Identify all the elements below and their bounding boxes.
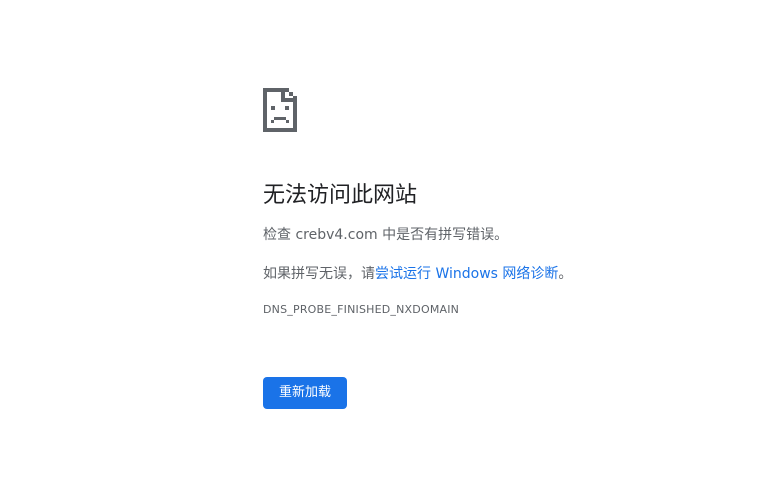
domain-name: crebv4.com — [295, 227, 378, 243]
reload-button[interactable]: 重新加载 — [263, 377, 347, 409]
hint-suffix: 。 — [558, 266, 573, 282]
diagnostics-hint: 如果拼写无误，请尝试运行 Windows 网络诊断。 — [263, 264, 743, 284]
error-page: 无法访问此网站 检查 crebv4.com 中是否有拼写错误。 如果拼写无误，请… — [0, 0, 771, 489]
network-diagnostics-link[interactable]: 尝试运行 Windows 网络诊断 — [375, 266, 558, 282]
check-suffix: 中是否有拼写错误。 — [377, 227, 509, 243]
error-code: DNS_PROBE_FINISHED_NXDOMAIN — [263, 303, 460, 316]
hint-prefix: 如果拼写无误，请 — [263, 266, 375, 282]
page-title: 无法访问此网站 — [263, 183, 418, 208]
error-content: 无法访问此网站 检查 crebv4.com 中是否有拼写错误。 如果拼写无误，请… — [263, 88, 743, 318]
check-spelling-message: 检查 crebv4.com 中是否有拼写错误。 — [263, 225, 743, 245]
sad-document-icon — [263, 88, 297, 132]
check-prefix: 检查 — [263, 227, 296, 243]
